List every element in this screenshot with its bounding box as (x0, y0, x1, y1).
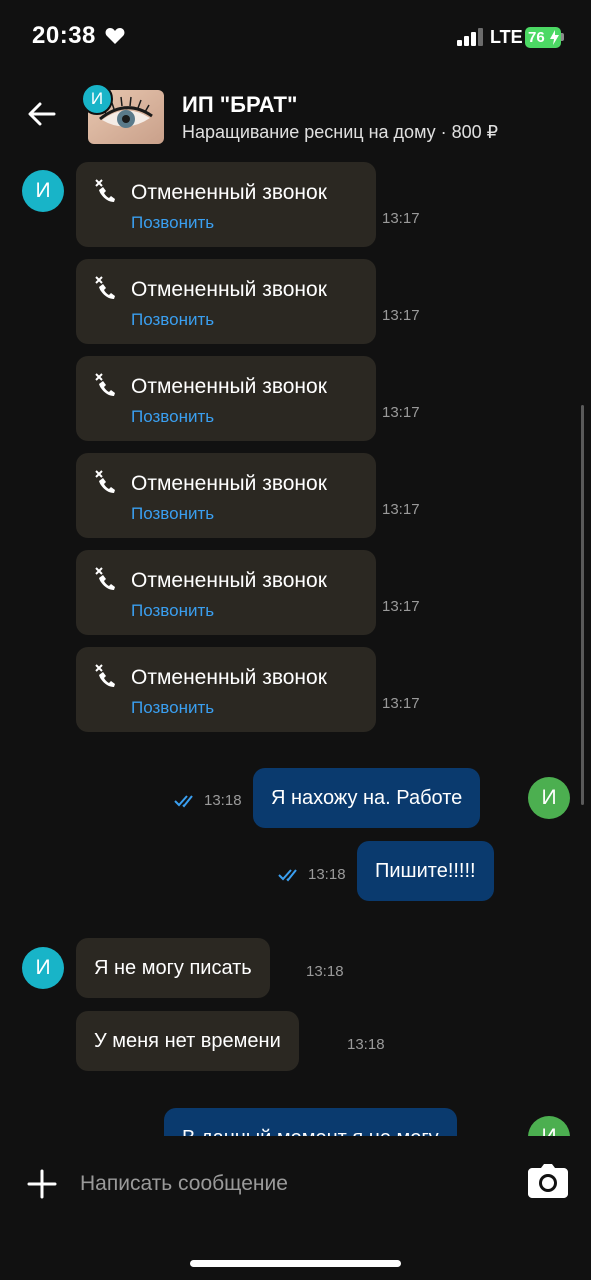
own-avatar[interactable]: И (528, 777, 570, 819)
back-button[interactable] (24, 96, 60, 132)
double-check-icon (278, 869, 297, 882)
missed-call-icon (95, 470, 115, 493)
status-bar: 20:38 LTE 76 (0, 0, 591, 76)
cancelled-call-message[interactable]: Отмененный звонок Позвонить (76, 162, 376, 247)
scrollbar[interactable] (581, 405, 584, 805)
chat-header: И ИП "БРАТ" Наращивание ресниц на дому ·… (0, 76, 591, 160)
call-back-link[interactable]: Позвонить (131, 504, 214, 524)
message-time: 13:17 (382, 598, 420, 615)
missed-call-icon (95, 567, 115, 590)
message-time: 13:18 (308, 866, 346, 883)
status-time: 20:38 (32, 22, 96, 49)
chat-title[interactable]: ИП "БРАТ" (182, 92, 297, 118)
message-input[interactable] (80, 1166, 500, 1202)
outgoing-message[interactable]: Я нахожу на. Работе (253, 768, 481, 828)
network-label: LTE (490, 27, 523, 47)
call-title: Отмененный звонок (131, 666, 327, 689)
battery-level: 76 (528, 29, 545, 46)
message-time: 13:17 (382, 501, 420, 518)
message-time: 13:17 (382, 210, 420, 227)
message-time: 13:18 (347, 1036, 385, 1053)
battery-indicator: 76 (525, 27, 561, 48)
listing-subtitle[interactable]: Наращивание ресниц на дому · 800 ₽ (182, 122, 498, 143)
call-title: Отмененный звонок (131, 569, 327, 592)
outgoing-message[interactable]: В данный момент я не могу (164, 1108, 457, 1136)
call-back-link[interactable]: Позвонить (131, 310, 214, 330)
message-time: 13:18 (204, 792, 242, 809)
plus-icon (27, 1169, 57, 1199)
outgoing-message[interactable]: Пишите!!!!! (357, 841, 494, 901)
header-avatar[interactable]: И (81, 83, 113, 115)
message-composer (0, 1136, 591, 1280)
missed-call-icon (95, 179, 115, 202)
camera-button[interactable] (528, 1164, 568, 1200)
charging-icon (550, 30, 559, 45)
message-time: 13:18 (306, 963, 344, 980)
missed-call-icon (95, 664, 115, 687)
cancelled-call-message[interactable]: Отмененный звонок Позвонить (76, 647, 376, 732)
attach-button[interactable] (26, 1168, 58, 1200)
message-time: 13:17 (382, 307, 420, 324)
message-time: 13:17 (382, 695, 420, 712)
sender-avatar[interactable]: И (22, 947, 64, 989)
chat-messages[interactable]: И Отмененный звонок Позвонить 13:17 Отме… (0, 160, 591, 1136)
incoming-message[interactable]: У меня нет времени (76, 1011, 299, 1071)
camera-icon (528, 1164, 568, 1198)
call-back-link[interactable]: Позвонить (131, 601, 214, 621)
call-back-link[interactable]: Позвонить (131, 213, 214, 233)
call-title: Отмененный звонок (131, 278, 327, 301)
incoming-message[interactable]: Я не могу писать (76, 938, 270, 998)
home-indicator (190, 1260, 401, 1267)
call-title: Отмененный звонок (131, 375, 327, 398)
cancelled-call-message[interactable]: Отмененный звонок Позвонить (76, 259, 376, 344)
signal-icon (457, 28, 483, 46)
own-avatar[interactable]: И (528, 1116, 570, 1136)
call-back-link[interactable]: Позвонить (131, 698, 214, 718)
cancelled-call-message[interactable]: Отмененный звонок Позвонить (76, 356, 376, 441)
call-back-link[interactable]: Позвонить (131, 407, 214, 427)
cancelled-call-message[interactable]: Отмененный звонок Позвонить (76, 550, 376, 635)
call-title: Отмененный звонок (131, 181, 327, 204)
missed-call-icon (95, 373, 115, 396)
battery-cap (561, 33, 564, 41)
sender-avatar[interactable]: И (22, 170, 64, 212)
back-arrow-icon (28, 102, 56, 126)
missed-call-icon (95, 276, 115, 299)
message-time: 13:17 (382, 404, 420, 421)
heart-icon (105, 28, 125, 44)
cancelled-call-message[interactable]: Отмененный звонок Позвонить (76, 453, 376, 538)
double-check-icon (174, 795, 193, 808)
call-title: Отмененный звонок (131, 472, 327, 495)
